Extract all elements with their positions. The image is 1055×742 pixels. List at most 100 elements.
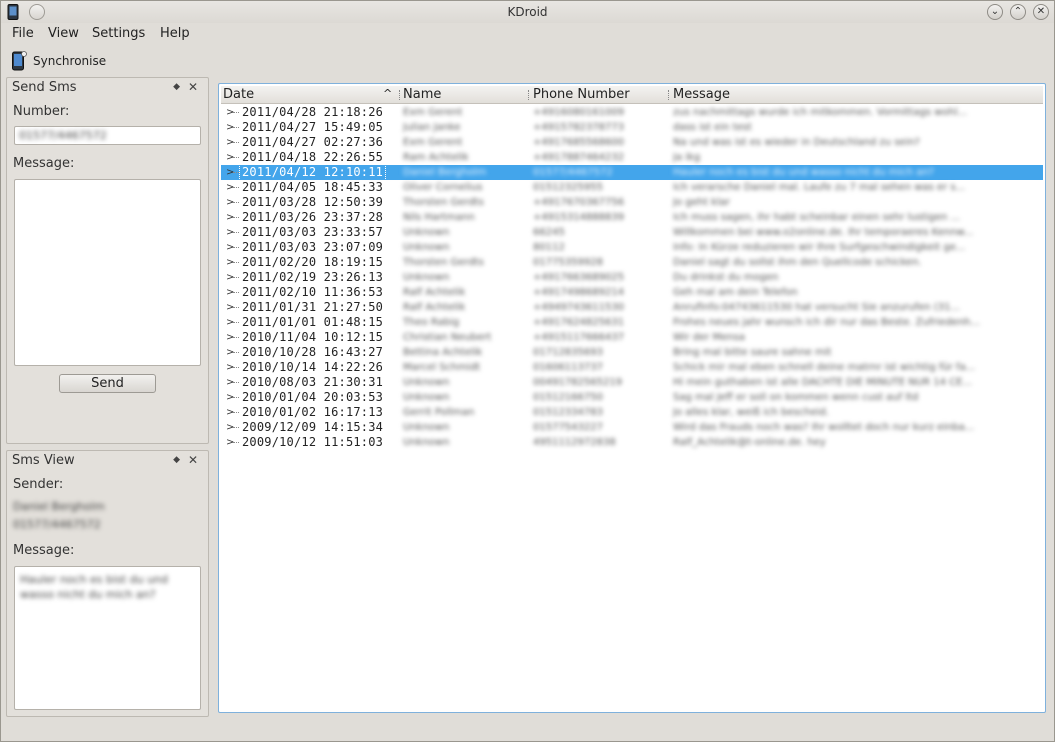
float-icon[interactable]: ◆	[173, 82, 180, 92]
cell-message: zus nachmittags wurde ich mitkommen. Vor…	[673, 107, 968, 118]
cell-phone: 4951112972838	[533, 437, 616, 448]
maximize-button[interactable]: ⌃	[1010, 4, 1026, 20]
send-button[interactable]: Send	[59, 374, 156, 393]
title-bar[interactable]: KDroid ⌄ ⌃ ✕	[1, 1, 1054, 23]
message-textarea[interactable]	[14, 179, 201, 366]
table-row[interactable]: >2010/01/04 20:03:53 Unknown 01512166750 Sa…	[221, 390, 1043, 405]
cell-name: Unknown	[403, 437, 450, 448]
header-name[interactable]: Name	[401, 86, 527, 104]
close-button[interactable]: ✕	[1033, 4, 1049, 20]
cell-message: Daniel sagt du sollst ihm den Quellcode …	[673, 257, 922, 268]
cell-phone: 00491782565219	[533, 377, 623, 388]
table-row[interactable]: >2011/03/03 23:33:57 Unknown 66245 Willkomm…	[221, 225, 1043, 240]
cell-message: Na und was ist es wieder in Deutschland …	[673, 137, 920, 148]
table-row[interactable]: >2010/08/03 21:30:31 Unknown 0049178256521…	[221, 375, 1043, 390]
dock-close-icon[interactable]: ✕	[188, 80, 198, 94]
cell-name: Thorsten Gerdts	[403, 257, 484, 268]
cell-date: 2011/01/31 21:27:50	[242, 300, 384, 314]
synchronise-label: Synchronise	[33, 54, 107, 68]
cell-phone: 01712835693	[533, 347, 603, 358]
tree-branch-line	[233, 412, 239, 413]
table-row[interactable]: >2011/03/03 23:07:09 Unknown 80112 Info: In…	[221, 240, 1043, 255]
table-row[interactable]: >2010/10/28 16:43:27 Bettina Achtelik 0171…	[221, 345, 1043, 360]
column-separator[interactable]	[668, 90, 669, 100]
table-row[interactable]: >2010/10/14 14:22:26 Marcel Schmidt 016061…	[221, 360, 1043, 375]
table-row[interactable]: >2010/11/04 10:12:15 Christian Neubert +49…	[221, 330, 1043, 345]
table-row[interactable]: >2011/02/20 18:19:15 Thorsten Gerdts 01775…	[221, 255, 1043, 270]
table-row[interactable]: >2011/04/05 18:45:33 Oliver Cornelius 0151…	[221, 180, 1043, 195]
menu-view[interactable]: View	[48, 26, 79, 41]
cell-date: 2009/12/09 14:15:34	[242, 420, 384, 434]
main-window: KDroid ⌄ ⌃ ✕ File View Settings Help Syn…	[0, 0, 1055, 742]
table-row[interactable]: >2011/04/18 22:26:55 Ram Achtelik +4917887…	[221, 150, 1043, 165]
table-row[interactable]: >2011/04/28 21:18:26 Exm Gerent +491608016…	[221, 105, 1043, 120]
phone-icon[interactable]	[7, 4, 19, 20]
pin-icon[interactable]	[29, 4, 45, 20]
table-row[interactable]: >2011/03/26 23:37:28 Nils Hartmann +491531…	[221, 210, 1043, 225]
table-row[interactable]: >2011/02/10 11:36:53 Ralf Achtelik +491749…	[221, 285, 1043, 300]
tree-branch-line	[233, 232, 239, 233]
header-phone[interactable]: Phone Number	[531, 86, 667, 104]
cell-name: Marcel Schmidt	[403, 362, 481, 373]
cell-date: 2010/01/04 20:03:53	[242, 390, 384, 404]
table-row[interactable]: >2011/02/19 23:26:13 Unknown +491766368902…	[221, 270, 1043, 285]
minimize-button[interactable]: ⌄	[987, 4, 1003, 20]
header-date[interactable]: Date	[221, 86, 399, 104]
tree-branch-line	[233, 352, 239, 353]
cell-phone: 80112	[533, 242, 565, 253]
header-name-label: Name	[403, 87, 442, 102]
cell-name: Theo Rabig	[403, 317, 460, 328]
cell-message: Anrufinfo:04743611530 hat versucht Sie a…	[673, 302, 960, 313]
message-label: Message:	[13, 156, 75, 171]
header-message-label: Message	[673, 87, 730, 102]
cell-name: Ram Achtelik	[403, 152, 469, 163]
cell-date: 2010/10/14 14:22:26	[242, 360, 384, 374]
cell-phone: +4915314888839	[533, 212, 625, 223]
table-row[interactable]: >2011/04/27 02:27:36 Exm Gerent +491768556…	[221, 135, 1043, 150]
table-header: Date ^ Name Phone Number Message	[221, 86, 1043, 104]
cell-phone: 01606113737	[533, 362, 603, 373]
phone-sync-icon	[12, 51, 27, 71]
cell-name: Daniel Bergholm	[403, 167, 487, 178]
menu-file[interactable]: File	[12, 26, 34, 41]
menu-settings[interactable]: Settings	[92, 26, 145, 41]
column-separator[interactable]	[399, 90, 400, 100]
number-input[interactable]: 01577/4467572	[14, 126, 201, 145]
column-separator[interactable]	[528, 90, 529, 100]
cell-date: 2011/01/01 01:48:15	[242, 315, 384, 329]
float-icon[interactable]: ◆	[173, 455, 180, 465]
cell-message: dass ist ein test	[673, 122, 752, 133]
cell-message: Jo alles klar, weiß ich bescheid.	[673, 407, 830, 418]
dock-close-icon[interactable]: ✕	[188, 453, 198, 467]
cell-phone: +4916080161009	[533, 107, 625, 118]
table-row[interactable]: >2011/04/27 15:49:05 Julian Janke +4915782…	[221, 120, 1043, 135]
cell-date: 2010/10/28 16:43:27	[242, 345, 384, 359]
tree-branch-line	[233, 442, 239, 443]
table-row[interactable]: >2010/01/02 16:17:13 Gerrit Pollman 015123…	[221, 405, 1043, 420]
cell-message: Schick mir mal eben schnell deine matrnr…	[673, 362, 976, 373]
sms-table[interactable]: Date ^ Name Phone Number Message >2011/0…	[218, 83, 1046, 713]
table-row[interactable]: >2009/10/12 11:51:03 Unknown 4951112972838…	[221, 435, 1043, 450]
tree-branch-line	[233, 112, 239, 113]
table-row[interactable]: >2011/03/28 12:50:39 Thorsten Gerdts +4917…	[221, 195, 1043, 210]
cell-name: Ralf Achtelik	[403, 287, 466, 298]
cell-date: 2011/03/28 12:50:39	[242, 195, 384, 209]
header-message[interactable]: Message	[671, 86, 1041, 104]
cell-date: 2011/04/28 21:18:26	[242, 105, 384, 119]
tree-branch-line	[233, 322, 239, 323]
table-row[interactable]: >2011/01/01 01:48:15 Theo Rabig +491762482…	[221, 315, 1043, 330]
cell-phone: 01512325955	[533, 182, 603, 193]
tree-branch-line	[233, 427, 239, 428]
table-row[interactable]: >2011/01/31 21:27:50 Ralf Achtelik +494974…	[221, 300, 1043, 315]
synchronise-button[interactable]: Synchronise	[11, 50, 106, 72]
view-message-box[interactable]: Hauler noch es bist du und wasso nicht d…	[14, 566, 201, 710]
cell-name: Oliver Cornelius	[403, 182, 483, 193]
tree-branch-line	[233, 142, 239, 143]
table-row[interactable]: >2009/12/09 14:15:34 Unknown 01577543227 Wi…	[221, 420, 1043, 435]
sender-number: 01577/4467572	[13, 518, 101, 531]
table-row[interactable]: >2011/04/12 12:10:11 Daniel Bergholm 01577…	[221, 164, 1043, 181]
cell-message: Info: In Kürze reduzieren wir Ihre Surfg…	[673, 242, 966, 253]
number-label: Number:	[13, 104, 70, 119]
menu-help[interactable]: Help	[160, 26, 190, 41]
tree-branch-line	[233, 217, 239, 218]
